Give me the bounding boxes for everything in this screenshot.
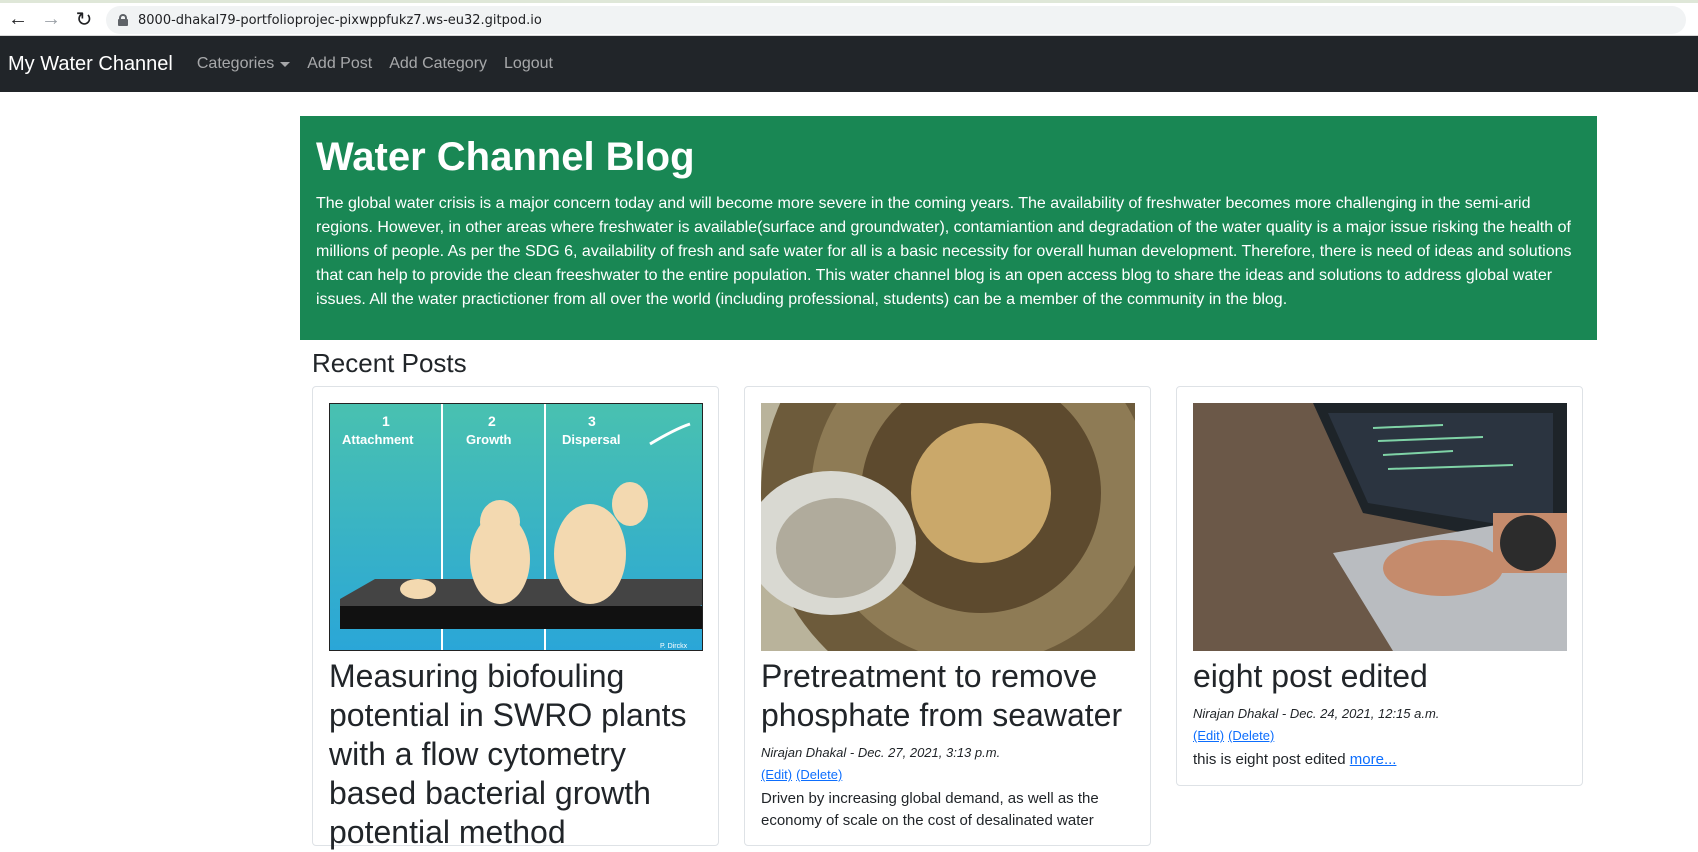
back-arrow-icon[interactable]: ← xyxy=(3,4,33,34)
nav-categories-label: Categories xyxy=(196,55,275,72)
nav-add-post[interactable]: Add Post xyxy=(307,55,372,73)
post-card: eight post edited Nirajan Dhakal - Dec. … xyxy=(1176,386,1583,786)
recent-posts-heading: Recent Posts xyxy=(312,348,467,378)
post-title[interactable]: Pretreatment to remove phosphate from se… xyxy=(761,657,1134,735)
brand-link[interactable]: My Water Channel xyxy=(8,53,173,76)
url-text[interactable]: 8000-dhakal79-portfolioprojec-pixwppfukz… xyxy=(138,13,542,28)
image-label: Attachment xyxy=(342,432,414,447)
post-actions: (Edit) (Delete) xyxy=(1193,728,1566,743)
membrane-photo xyxy=(761,403,1135,651)
post-image-membrane[interactable] xyxy=(761,403,1135,651)
biofilm-illustration: 1 Attachment 2 Growth 3 Dispersal P. Dir… xyxy=(330,404,702,650)
nav-categories-dropdown[interactable]: Categories xyxy=(196,55,291,73)
post-meta: Nirajan Dhakal - Dec. 27, 2021, 3:13 p.m… xyxy=(761,745,1001,760)
nav-add-category[interactable]: Add Category xyxy=(389,55,487,73)
post-card: 1 Attachment 2 Growth 3 Dispersal P. Dir… xyxy=(312,386,719,850)
delete-link[interactable]: (Delete) xyxy=(796,767,842,782)
image-label: Dispersal xyxy=(562,432,621,447)
image-label: 2 xyxy=(488,413,496,429)
edit-link[interactable]: (Edit) xyxy=(761,767,792,782)
forward-arrow-icon[interactable]: → xyxy=(36,4,66,34)
post-title[interactable]: eight post edited xyxy=(1193,657,1566,696)
edit-link[interactable]: (Edit) xyxy=(1193,728,1224,743)
image-label: 3 xyxy=(588,413,596,429)
post-excerpt: this is eight post edited more... xyxy=(1193,749,1566,771)
image-label: Growth xyxy=(466,432,512,447)
laptop-photo xyxy=(1193,403,1567,651)
reload-icon[interactable]: ↻ xyxy=(69,4,99,34)
nav-logout[interactable]: Logout xyxy=(504,55,553,73)
hero-title: Water Channel Blog xyxy=(316,135,695,179)
lock-icon xyxy=(118,14,128,26)
delete-link[interactable]: (Delete) xyxy=(1228,728,1274,743)
image-credit: P. Dirckx xyxy=(660,643,688,650)
post-meta: Nirajan Dhakal - Dec. 24, 2021, 12:15 a.… xyxy=(1193,706,1440,721)
app-navbar: My Water Channel Categories Add Post Add… xyxy=(0,36,1698,92)
browser-toolbar: ← → ↻ 8000-dhakal79-portfolioprojec-pixw… xyxy=(0,0,1698,36)
post-image-laptop[interactable] xyxy=(1193,403,1567,651)
post-excerpt: Driven by increasing global demand, as w… xyxy=(761,790,1099,829)
hero-banner: Water Channel Blog The global water cris… xyxy=(300,116,1597,340)
address-bar[interactable]: 8000-dhakal79-portfolioprojec-pixwppfukz… xyxy=(106,6,1686,34)
post-card: Pretreatment to remove phosphate from se… xyxy=(744,386,1151,846)
post-actions: (Edit) (Delete) xyxy=(761,767,1134,782)
hero-text: The global water crisis is a major conce… xyxy=(316,195,1572,308)
read-more-link[interactable]: more... xyxy=(1350,751,1397,768)
post-image-biofilm[interactable]: 1 Attachment 2 Growth 3 Dispersal P. Dir… xyxy=(329,403,703,651)
post-excerpt-text: this is eight post edited xyxy=(1193,751,1346,768)
image-label: 1 xyxy=(382,413,390,429)
caret-down-icon xyxy=(280,61,291,67)
